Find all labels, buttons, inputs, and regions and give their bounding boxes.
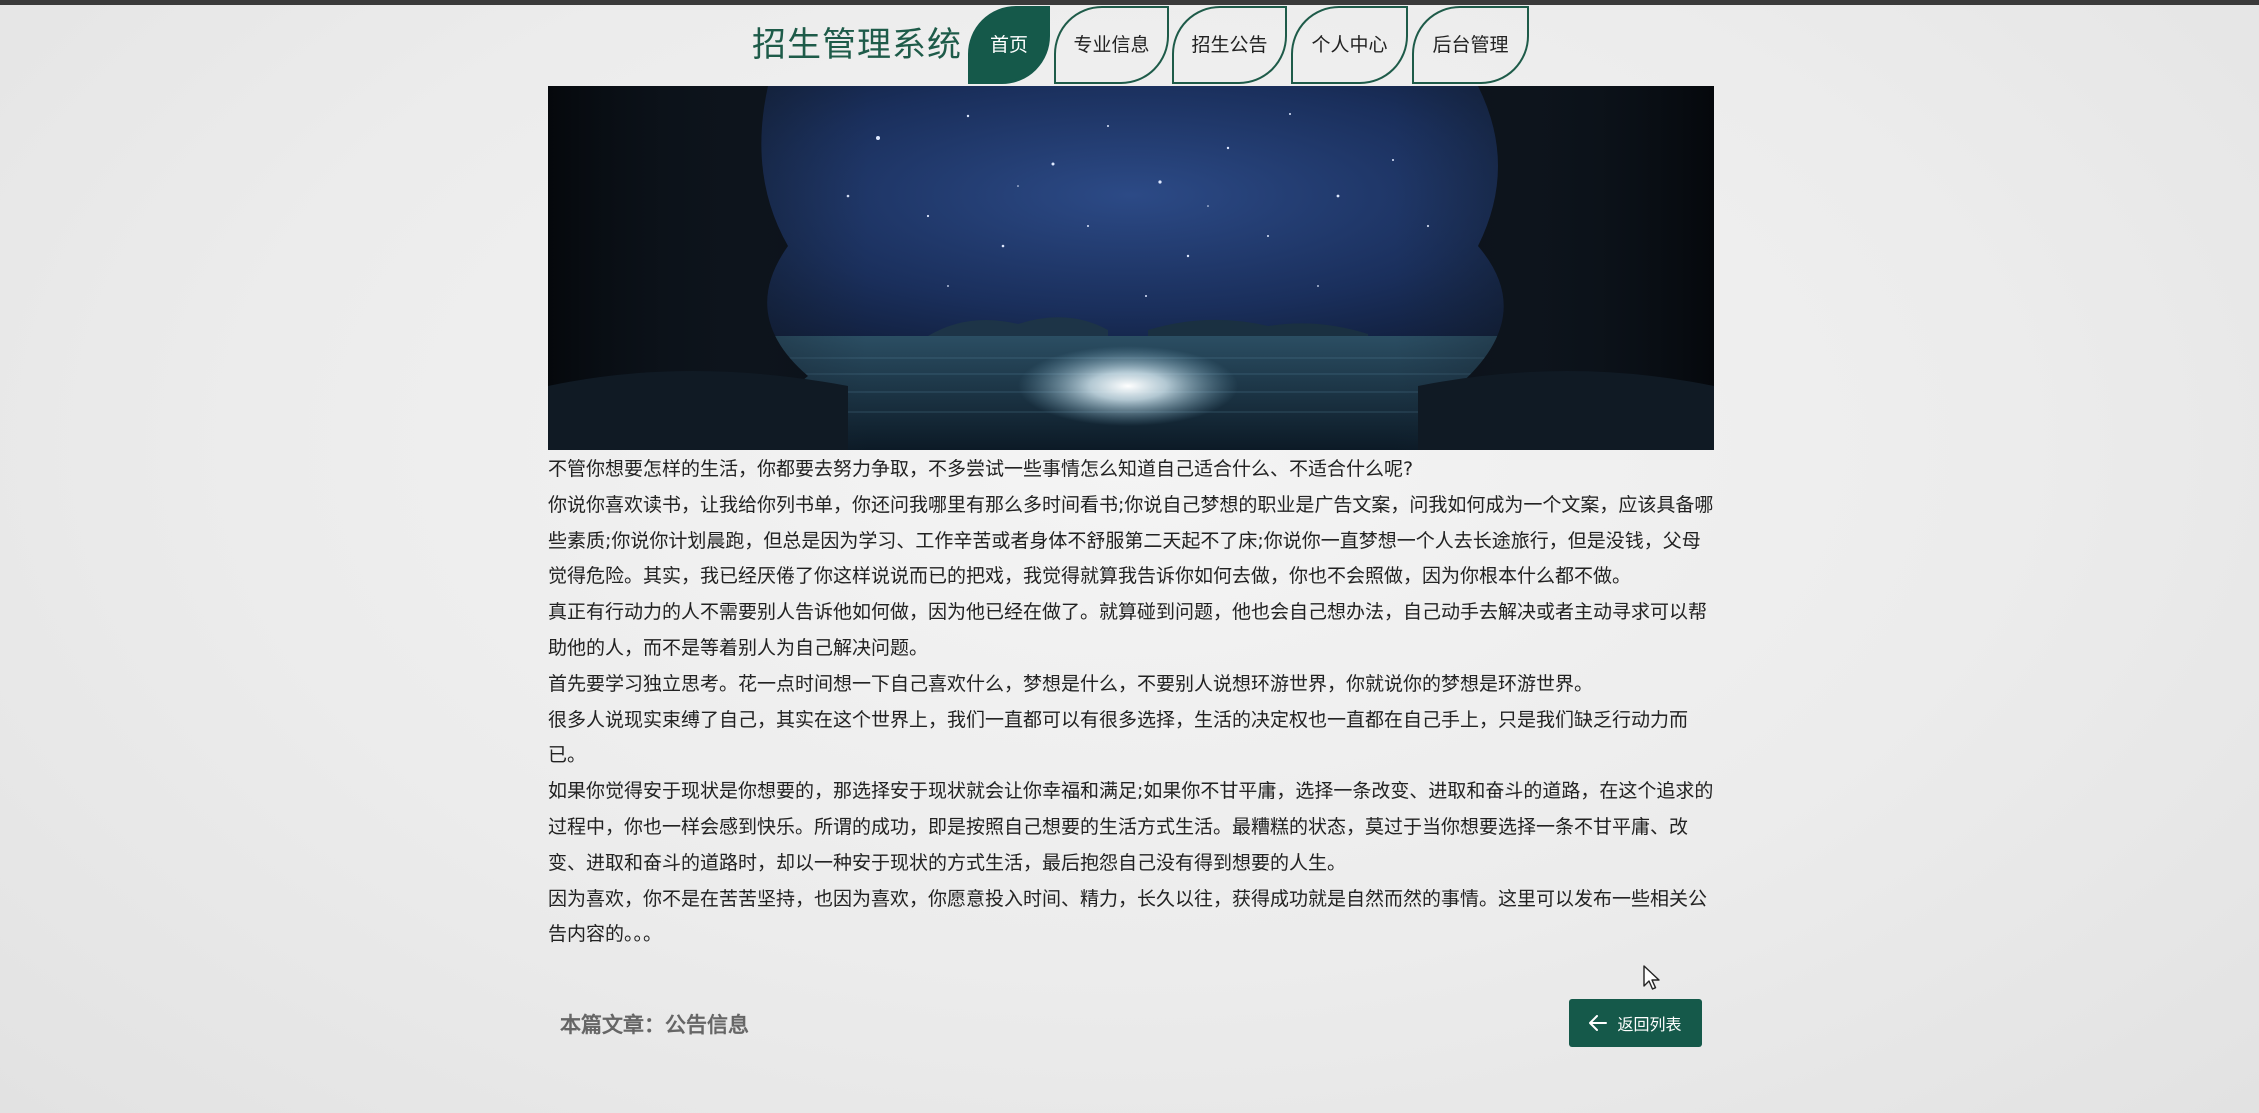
article-paragraph: 很多人说现实束缚了自己，其实在这个世界上，我们一直都可以有很多选择，生活的决定权… bbox=[548, 708, 1689, 767]
back-to-list-button[interactable]: 返回列表 bbox=[1569, 999, 1702, 1047]
night-sky-lake-image bbox=[548, 86, 1714, 450]
back-to-list-label: 返回列表 bbox=[1617, 1015, 1682, 1034]
nav-admission-notice[interactable]: 招生公告 bbox=[1172, 6, 1287, 84]
article-body: 不管你想要怎样的生活，你都要去努力争取，不多尝试一些事情怎么知道自己适合什么、不… bbox=[548, 452, 1714, 953]
site-title: 招生管理系统 bbox=[752, 25, 962, 65]
nav-personal-center[interactable]: 个人中心 bbox=[1291, 6, 1408, 84]
article-paragraph: 因为喜欢，你不是在苦苦坚持，也因为喜欢，你愿意投入时间、精力，长久以往，获得成功… bbox=[548, 887, 1708, 946]
nav-admin[interactable]: 后台管理 bbox=[1412, 6, 1529, 84]
article-paragraph: 如果你觉得安于现状是你想要的，那选择安于现状就会让你幸福和满足;如果你不甘平庸，… bbox=[548, 780, 1714, 874]
article-paragraph: 首先要学习独立思考。花一点时间想一下自己喜欢什么，梦想是什么，不要别人说想环游世… bbox=[548, 672, 1594, 695]
article-paragraph: 你说你喜欢读书，让我给你列书单，你还问我哪里有那么多时间看书;你说自己梦想的职业… bbox=[548, 493, 1714, 588]
banner-image bbox=[548, 86, 1714, 450]
mouse-pointer-icon bbox=[1643, 965, 1660, 990]
article-paragraph: 真正有行动力的人不需要别人告诉他如何做，因为他已经在做了。就算碰到问题，他也会自… bbox=[548, 601, 1708, 659]
article-category-label: 本篇文章：公告信息 bbox=[560, 1013, 749, 1037]
nav-major-info[interactable]: 专业信息 bbox=[1054, 6, 1169, 84]
arrow-left-icon bbox=[1589, 1015, 1608, 1031]
window-top-strip bbox=[0, 0, 2259, 5]
article-paragraph: 不管你想要怎样的生活，你都要去努力争取，不多尝试一些事情怎么知道自己适合什么、不… bbox=[548, 458, 1414, 480]
nav-home[interactable]: 首页 bbox=[968, 6, 1050, 84]
